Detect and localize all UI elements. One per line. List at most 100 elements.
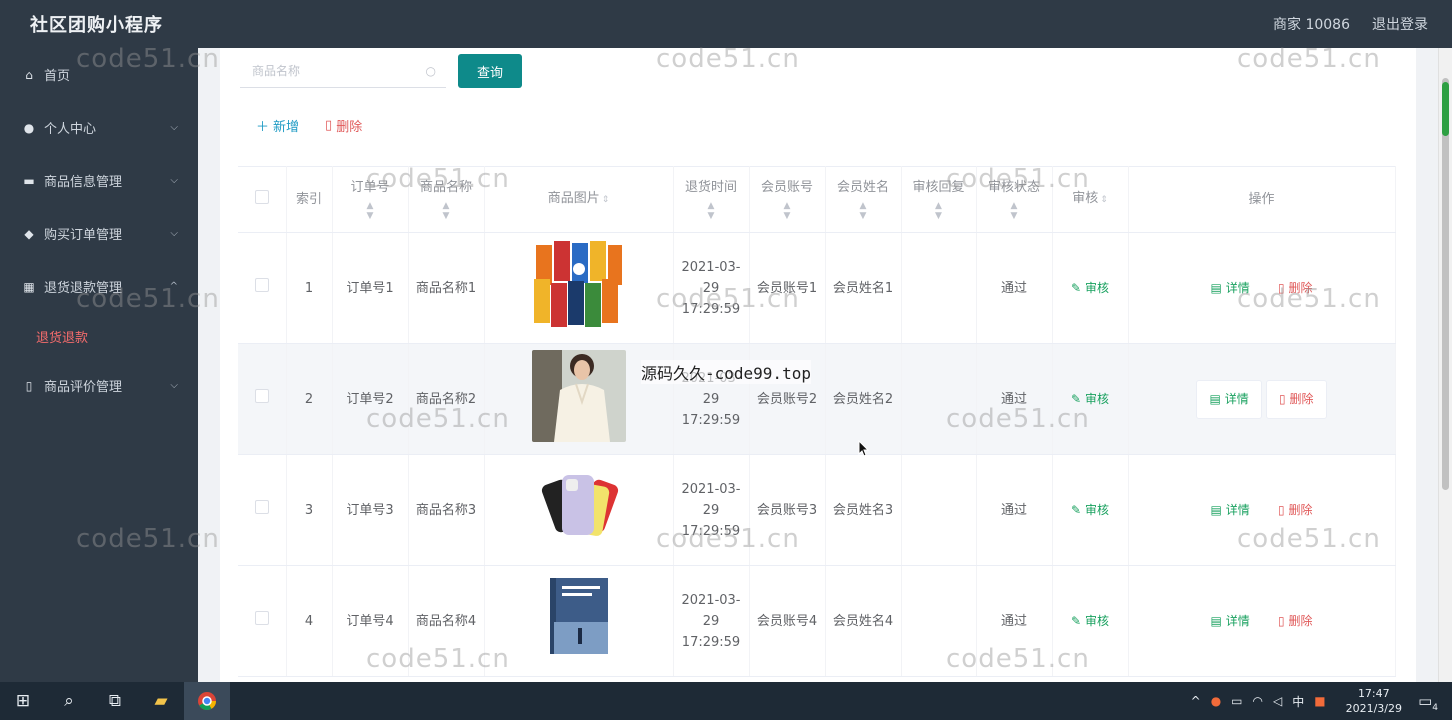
main-content: ○ 查询 ＋ 新增 ▯ 删除 索引 (198, 48, 1438, 682)
cell-member-account: 会员账号2 (749, 343, 826, 455)
sidebar-item-home[interactable]: ⌂ 首页 (0, 48, 198, 101)
search-icon[interactable]: ⌕ (46, 682, 92, 720)
cell-member-name: 会员姓名2 (825, 343, 902, 455)
chrome-icon[interactable] (184, 682, 230, 720)
sidebar-item-returns[interactable]: ▦ 退货退款管理 ^ (0, 260, 198, 313)
cell-member-account: 会员账号4 (749, 565, 826, 677)
cell-index: 3 (286, 454, 333, 566)
delete-button[interactable]: ▯ 删除 (1265, 379, 1327, 419)
add-button-label: 新增 (273, 120, 300, 135)
audit-button[interactable]: ✎ 审核 (1071, 503, 1109, 517)
row-checkbox[interactable] (254, 610, 269, 625)
col-order-no[interactable]: 订单号 ▲ ▼ (332, 166, 409, 233)
audit-button[interactable]: ✎ 审核 (1071, 392, 1109, 406)
product-image-phones[interactable] (531, 460, 626, 553)
edit-icon: ✎ (1071, 391, 1082, 406)
detail-button[interactable]: ▤ 详情 (1198, 270, 1261, 307)
col-return-time[interactable]: 退货时间 ▲ ▼ (673, 166, 750, 233)
sidebar-item-product-reviews[interactable]: ▯ 商品评价管理 ⌵ (0, 359, 198, 412)
sidebar-subitem-returns[interactable]: 退货退款 (0, 313, 198, 359)
delete-button[interactable]: ▯ 删除 (1266, 492, 1325, 529)
col-product-name[interactable]: 商品名称 ▲ ▼ (408, 166, 485, 233)
table-row: 1 订单号1 商品名称1 2021-03-29 17:29:59 会员账号1 会… (238, 232, 1396, 344)
sidebar-item-purchase-orders[interactable]: ◆ 购买订单管理 ⌵ (0, 207, 198, 260)
cell-audit-status: 通过 (976, 343, 1053, 455)
col-label: 退货时间 (684, 179, 737, 195)
ime-indicator[interactable]: 中 (1292, 693, 1304, 710)
product-image-book[interactable] (531, 571, 626, 664)
cell-order-no: 订单号3 (332, 454, 409, 566)
delete-button[interactable]: ▯ 删除 (1266, 270, 1325, 307)
query-button[interactable]: 查询 (458, 54, 522, 88)
detail-button[interactable]: ▤ 详情 (1196, 379, 1262, 419)
row-checkbox[interactable] (254, 499, 269, 514)
file-explorer-icon[interactable]: ▰ (138, 682, 184, 720)
cell-operation: ▤ 详情 ▯ 删除 (1128, 343, 1396, 455)
clock[interactable]: 17:47 2021/3/29 (1346, 686, 1402, 716)
logout-button[interactable]: 退出登录 (1372, 14, 1428, 34)
battery-icon[interactable]: ▭ (1231, 694, 1242, 708)
audit-button[interactable]: ✎ 审核 (1071, 614, 1109, 628)
cell-member-account: 会员账号1 (749, 232, 826, 344)
cell-product-image (484, 454, 674, 566)
search-icon[interactable]: ○ (426, 64, 436, 78)
product-image-snacks[interactable] (532, 239, 626, 331)
search-input[interactable] (252, 63, 402, 78)
delete-label: 删除 (1288, 613, 1313, 628)
select-all-checkbox[interactable] (254, 189, 269, 204)
delete-button-label: 删除 (336, 120, 363, 135)
sidebar-item-label: 商品信息管理 (44, 175, 123, 190)
network-icon[interactable]: ◠ (1253, 694, 1263, 708)
sidebar-item-personal-center[interactable]: ● 个人中心 ⌵ (0, 101, 198, 154)
tray-expand-icon[interactable]: ^ (1191, 694, 1201, 708)
document-icon: ▤ (1210, 613, 1222, 628)
vertical-scrollbar[interactable] (1438, 48, 1452, 682)
col-label: 会员姓名 (836, 179, 889, 195)
col-label: 商品图片 (547, 191, 600, 206)
merchant-account[interactable]: 商家 10086 (1273, 14, 1350, 34)
sidebar: ⌂ 首页 ● 个人中心 ⌵ ▬ 商品信息管理 ⌵ ◆ 购买订单管理 ⌵ ▦ 退货… (0, 48, 198, 682)
cell-audit-status: 通过 (976, 454, 1053, 566)
cell-return-time: 2021-03-29 17:29:59 (673, 343, 750, 455)
sort-icon: ▲ ▼ (859, 200, 867, 221)
delete-label: 删除 (1288, 502, 1313, 517)
input-app-icon[interactable]: ■ (1314, 694, 1325, 708)
product-image-blouse[interactable] (531, 349, 626, 442)
detail-button[interactable]: ▤ 详情 (1198, 603, 1261, 640)
col-audit[interactable]: 审核 ⇕ (1052, 166, 1129, 233)
cell-audit: ✎ 审核 (1052, 232, 1129, 344)
col-audit-status[interactable]: 审核状态 ▲ ▼ (976, 166, 1053, 233)
task-view-icon[interactable]: ⧉ (92, 682, 138, 720)
col-member-name[interactable]: 会员姓名 ▲ ▼ (825, 166, 902, 233)
detail-button[interactable]: ▤ 详情 (1198, 492, 1261, 529)
audit-button[interactable]: ✎ 审核 (1071, 281, 1109, 295)
plus-icon: ＋ (256, 120, 270, 135)
tray-app-icon[interactable]: ● (1211, 694, 1221, 708)
delete-label: 删除 (1288, 280, 1313, 295)
add-button[interactable]: ＋ 新增 (256, 116, 299, 135)
col-member-account[interactable]: 会员账号 ▲ ▼ (749, 166, 826, 233)
col-product-image[interactable]: 商品图片 ⇕ (484, 166, 674, 233)
cell-product-name: 商品名称2 (408, 343, 485, 455)
row-checkbox[interactable] (254, 277, 269, 292)
delete-button[interactable]: ▯ 删除 (1266, 603, 1325, 640)
returns-table: 索引 订单号 ▲ ▼ 商品名称 ▲ ▼ 商品图片 ⇕ 退货时间 ▲ ▼ 会员账号 ▲ ▼ 会员姓名… (238, 166, 1396, 677)
sidebar-item-product-info[interactable]: ▬ 商品信息管理 ⌵ (0, 154, 198, 207)
detail-label: 详情 (1225, 280, 1250, 295)
row-select-cell (238, 454, 287, 566)
home-icon: ⌂ (25, 67, 33, 82)
batch-delete-button[interactable]: ▯ 删除 (325, 116, 362, 135)
cell-audit-status: 通过 (976, 565, 1053, 677)
row-checkbox[interactable] (254, 388, 269, 403)
cell-audit: ✎ 审核 (1052, 343, 1129, 455)
notification-icon[interactable]: ▭4 (1418, 692, 1438, 713)
clock-date: 2021/3/29 (1345, 702, 1402, 715)
volume-icon[interactable]: ◁ (1273, 694, 1282, 708)
cell-product-name: 商品名称3 (408, 454, 485, 566)
col-audit-reply[interactable]: 审核回复 ▲ ▼ (901, 166, 977, 233)
scrollbar-thumb[interactable] (1442, 78, 1449, 490)
detail-label: 详情 (1225, 613, 1250, 628)
windows-start-icon[interactable]: ⊞ (0, 682, 46, 720)
cell-member-name: 会员姓名3 (825, 454, 902, 566)
scrollbar-grip (1442, 82, 1449, 136)
